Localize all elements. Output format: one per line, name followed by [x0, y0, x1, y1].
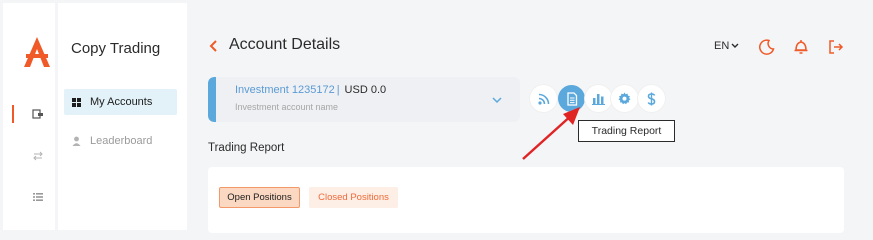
- page-title: Account Details: [229, 36, 341, 53]
- list-icon[interactable]: [32, 191, 44, 203]
- app-title: Copy Trading: [71, 40, 161, 57]
- account-name: Investment 1235172: [235, 84, 335, 96]
- back-chevron-icon[interactable]: [208, 39, 220, 53]
- funds-button[interactable]: [638, 85, 665, 112]
- arrow-annotation: [522, 107, 580, 160]
- account-selector[interactable]: Investment 1235172 | USD 0.0 Investment ac…: [208, 77, 520, 122]
- chevron-down-icon[interactable]: [491, 95, 503, 105]
- section-title: Trading Report: [208, 142, 285, 154]
- wallet-icon[interactable]: [32, 108, 44, 120]
- gear-icon: [618, 92, 631, 105]
- dollar-icon: [647, 92, 656, 105]
- sidebar: Copy Trading My Accounts Leaderboard: [58, 3, 187, 230]
- card-accent-bar: [208, 77, 216, 122]
- account-balance: USD 0.0: [344, 84, 387, 96]
- sidebar-item-leaderboard[interactable]: Leaderboard: [64, 128, 177, 154]
- main-content: Account Details EN Investment 1235172 | US…: [190, 3, 873, 233]
- rail-active-indicator: [12, 105, 14, 123]
- bar-chart-icon: [592, 93, 605, 105]
- moon-icon[interactable]: [758, 38, 776, 56]
- language-label: EN: [714, 40, 730, 52]
- account-label: Investment account name: [235, 102, 339, 112]
- tooltip: Trading Report: [578, 120, 675, 142]
- account-summary: Investment 1235172 | USD 0.0: [235, 84, 386, 96]
- settings-button[interactable]: [611, 85, 638, 112]
- report-card: Open Positions Closed Positions: [208, 167, 844, 233]
- tab-closed-positions[interactable]: Closed Positions: [309, 187, 398, 208]
- exchange-icon[interactable]: [32, 150, 44, 162]
- icon-rail: [3, 3, 55, 230]
- sidebar-item-label: Leaderboard: [90, 135, 153, 147]
- grid-icon: [72, 97, 81, 107]
- sidebar-item-my-accounts[interactable]: My Accounts: [64, 89, 177, 115]
- tab-open-positions[interactable]: Open Positions: [219, 187, 300, 208]
- bell-icon[interactable]: [792, 38, 810, 56]
- chevron-down-icon: [731, 43, 739, 48]
- logo-icon: [24, 37, 50, 67]
- logout-icon[interactable]: [827, 38, 845, 56]
- user-icon: [72, 136, 81, 146]
- account-separator: |: [336, 84, 340, 96]
- sidebar-item-label: My Accounts: [90, 96, 153, 108]
- language-selector[interactable]: EN: [714, 40, 739, 52]
